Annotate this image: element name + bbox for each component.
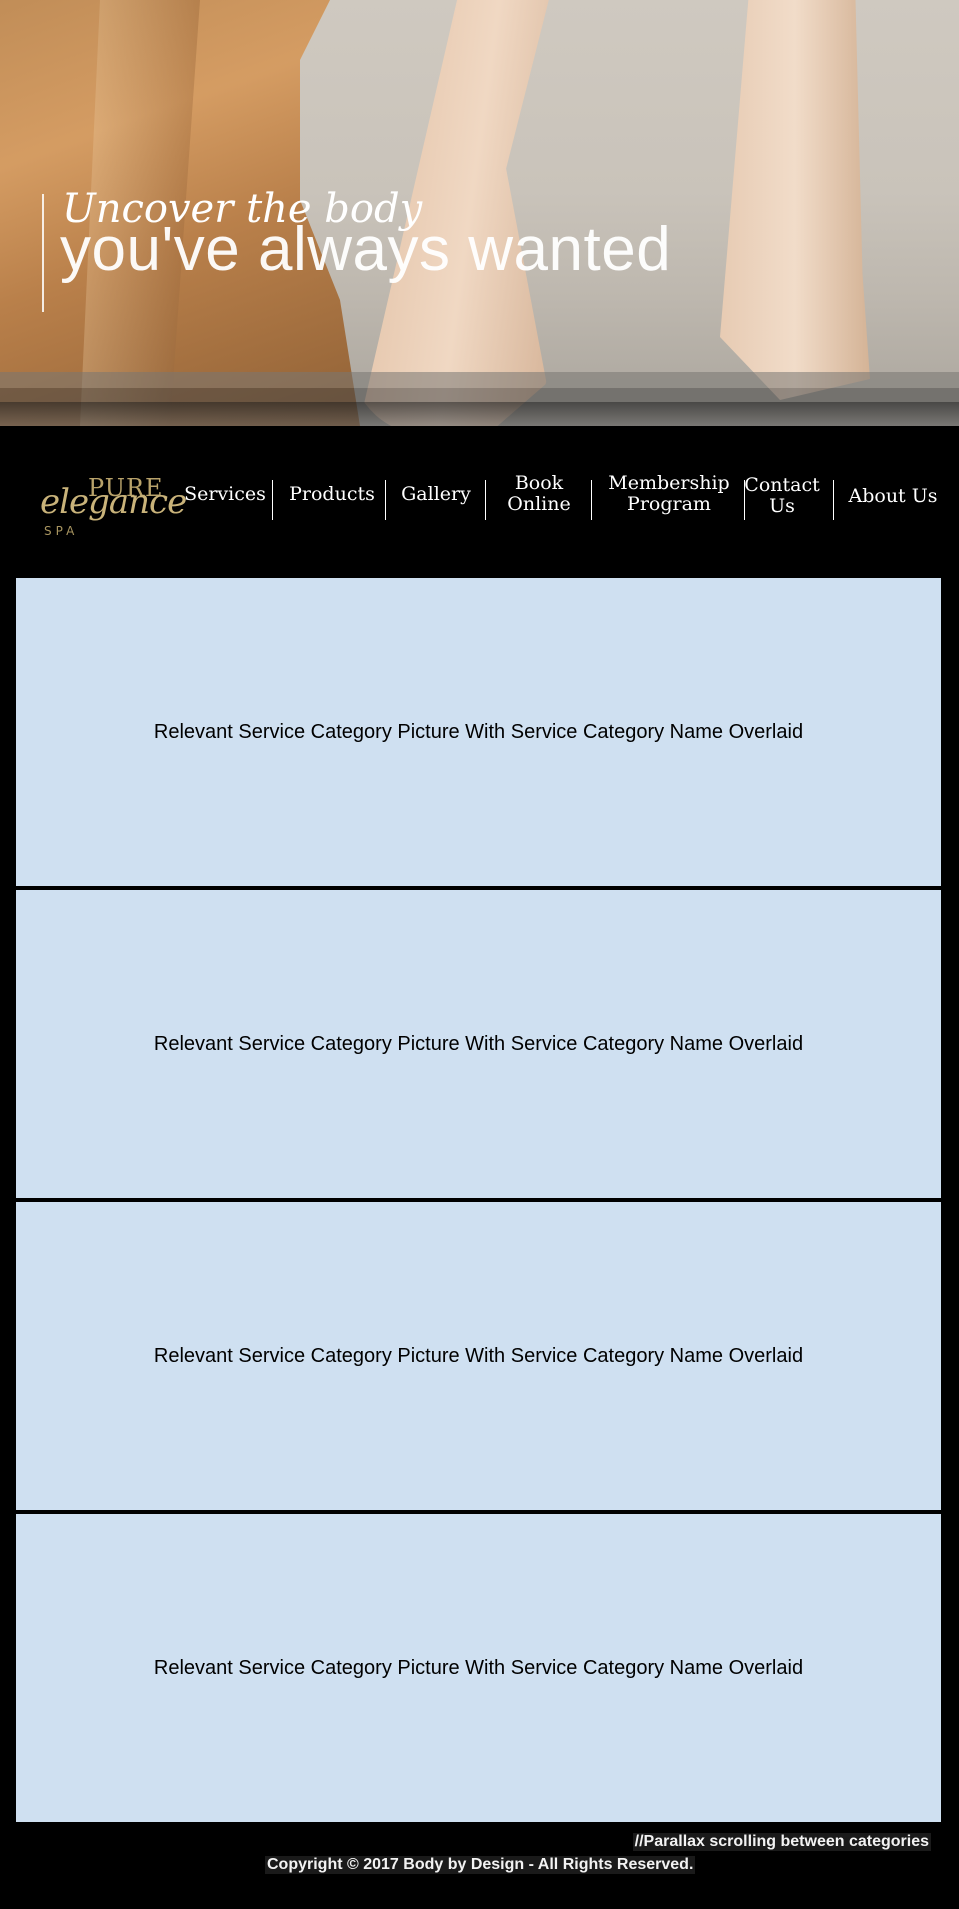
- main-navigation: PURE elegance SPA Services Products Gall…: [0, 426, 959, 576]
- hero-bottom-stripe: [0, 402, 959, 426]
- nav-item-about-us[interactable]: About Us: [846, 476, 940, 516]
- nav-divider: [591, 480, 592, 520]
- nav-item-products[interactable]: Products: [284, 474, 380, 514]
- nav-item-membership-program[interactable]: Membership Program: [602, 473, 736, 515]
- logo-text-spa: SPA: [44, 524, 79, 538]
- nav-divider: [485, 480, 486, 520]
- hero-banner: Uncover the body you've always wanted: [0, 0, 959, 426]
- nav-divider: [833, 480, 834, 520]
- nav-divider: [272, 480, 273, 520]
- service-category-panel[interactable]: Relevant Service Category Picture With S…: [16, 1514, 941, 1822]
- nav-item-contact-us[interactable]: Contact Us: [744, 475, 819, 517]
- hero-bottom-stripe: [0, 372, 959, 388]
- logo-text-elegance: elegance: [40, 482, 187, 522]
- hero-leg-image-right: [720, 0, 870, 400]
- service-category-panel[interactable]: Relevant Service Category Picture With S…: [16, 1202, 941, 1510]
- parallax-note: //Parallax scrolling between categories: [632, 1833, 931, 1851]
- service-category-panel[interactable]: Relevant Service Category Picture With S…: [16, 890, 941, 1198]
- nav-item-book-online[interactable]: Book Online: [498, 473, 580, 515]
- hero-bottom-stripe: [0, 388, 959, 402]
- copyright-text: Copyright © 2017 Body by Design - All Ri…: [265, 1856, 696, 1874]
- service-category-panel[interactable]: Relevant Service Category Picture With S…: [16, 578, 941, 886]
- hero-accent-line: [42, 194, 44, 312]
- nav-item-services[interactable]: Services: [184, 474, 266, 514]
- nav-item-gallery[interactable]: Gallery: [396, 474, 476, 514]
- hero-headline: you've always wanted: [60, 215, 672, 284]
- nav-divider: [385, 480, 386, 520]
- pure-elegance-logo[interactable]: PURE elegance SPA: [40, 470, 187, 546]
